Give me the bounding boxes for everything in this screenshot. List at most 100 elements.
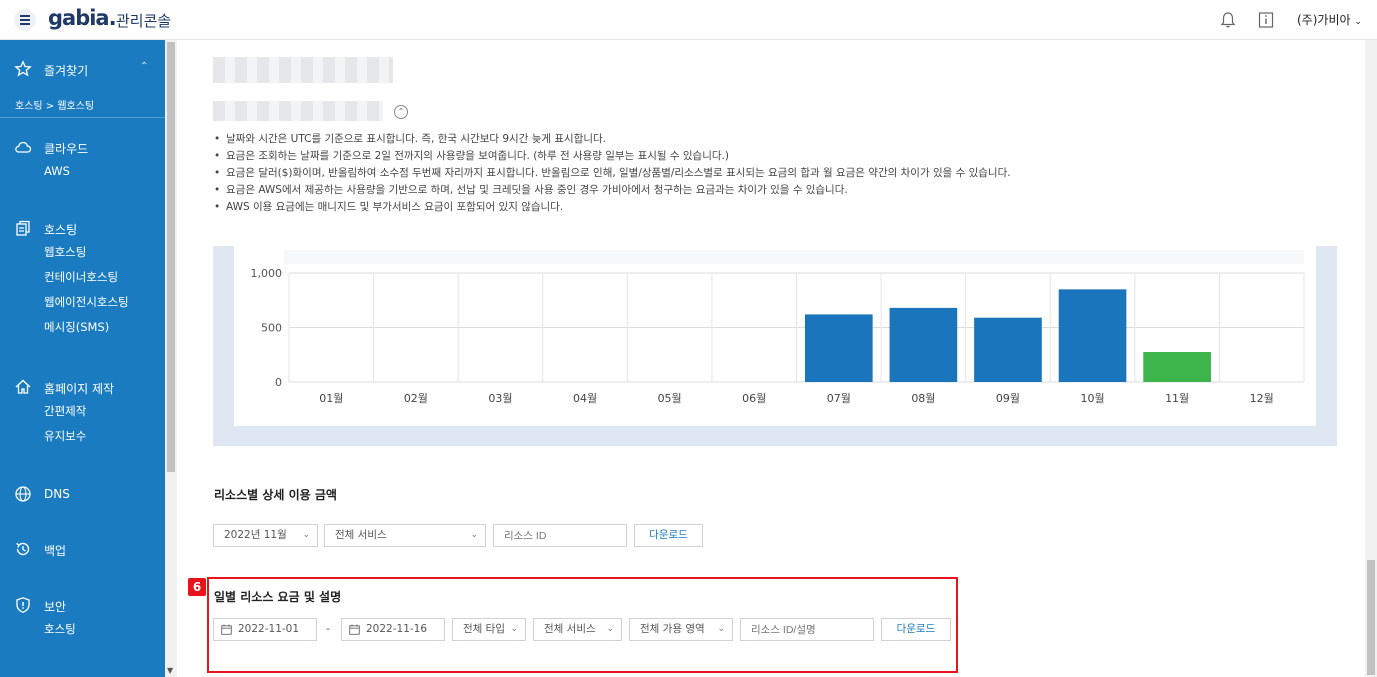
chart-bar xyxy=(804,314,873,382)
masked-text xyxy=(213,57,393,83)
start-date-input[interactable]: 2022-11-01 xyxy=(213,618,317,641)
notice-item: 요금은 AWS에서 제공하는 사용량을 기반으로 하며, 선납 및 크레딧을 사… xyxy=(214,182,1011,199)
sidebar: 즐겨찾기 ⌃ 호스팅 > 웹호스팅 클라우드 AWS 호스팅 웹호스팅 컨테이너… xyxy=(0,40,165,677)
x-tick-label: 07월 xyxy=(827,392,851,405)
cloud-icon xyxy=(15,141,32,153)
star-icon xyxy=(14,60,32,77)
sidebar-favorites-label: 즐겨찾기 xyxy=(44,64,89,78)
daily-service-select-value: 전체 서비스 xyxy=(544,623,596,635)
resource-id-input[interactable] xyxy=(493,524,627,547)
chevron-down-icon: ⌄ xyxy=(470,530,478,540)
account-name: (주)가비아 xyxy=(1297,13,1351,27)
daily-service-select[interactable]: 전체 서비스 ⌄ xyxy=(533,618,622,641)
chevron-down-icon: ⌄ xyxy=(510,624,518,634)
console-title: 관리콘솔 xyxy=(116,12,172,30)
x-tick-label: 12월 xyxy=(1250,392,1274,405)
globe-icon xyxy=(15,486,31,502)
page-scrollbar[interactable] xyxy=(1365,40,1377,677)
chevron-down-icon: ⌄ xyxy=(717,624,725,634)
sidebar-section-hosting: 호스팅 웹호스팅 컨테이너호스팅 웹에이전시호스팅 메시징(SMS) xyxy=(0,216,165,340)
chevron-down-icon: ⌄ xyxy=(606,624,614,634)
sidebar-item-easy-build[interactable]: 간편제작 xyxy=(0,399,165,424)
sidebar-section-backup: 백업 xyxy=(0,537,165,561)
chart-bar xyxy=(1058,289,1127,382)
sidebar-scrollbar[interactable]: ▼ xyxy=(165,40,177,677)
notice-item: 날짜와 시간은 UTC를 기준으로 표시합니다. 즉, 한국 시간보다 9시간 … xyxy=(214,131,1011,148)
service-select[interactable]: 전체 서비스 ⌄ xyxy=(324,524,486,547)
sidebar-breadcrumb[interactable]: 호스팅 > 웹호스팅 xyxy=(15,97,94,112)
x-tick-label: 08월 xyxy=(911,392,935,405)
home-icon xyxy=(15,379,31,394)
chart-bar xyxy=(889,307,958,382)
gabia-logo[interactable]: gabia. xyxy=(48,6,117,30)
x-tick-label: 03월 xyxy=(488,392,512,405)
sidebar-section-homepage: 홈페이지 제작 간편제작 유지보수 xyxy=(0,375,165,449)
type-select[interactable]: 전체 타입 ⌄ xyxy=(452,618,526,641)
daily-section-title: 일별 리소스 요금 및 설명 xyxy=(214,590,342,604)
chart-header-band xyxy=(284,250,1304,264)
hosting-icon xyxy=(16,220,30,236)
scroll-down-icon[interactable]: ▼ xyxy=(167,666,173,675)
masked-text xyxy=(213,101,383,121)
sidebar-title-cloud[interactable]: 클라우드 xyxy=(44,140,88,157)
chevron-down-icon: ⌄ xyxy=(302,530,310,540)
sidebar-title-homepage[interactable]: 홈페이지 제작 xyxy=(44,380,114,397)
calendar-icon xyxy=(221,624,232,635)
x-tick-label: 06월 xyxy=(742,392,766,405)
sidebar-item-aws[interactable]: AWS xyxy=(0,159,165,184)
calendar-icon xyxy=(349,624,360,635)
start-date-value: 2022-11-01 xyxy=(238,623,300,635)
x-tick-label: 02월 xyxy=(404,392,428,405)
end-date-value: 2022-11-16 xyxy=(366,623,428,635)
resource-download-button[interactable]: 다운로드 xyxy=(634,524,703,547)
chevron-up-icon[interactable]: ⌃ xyxy=(140,61,148,72)
x-tick-label: 01월 xyxy=(319,392,343,405)
chevron-down-icon: ⌄ xyxy=(1354,17,1362,27)
backup-icon xyxy=(16,542,30,556)
chart-bar xyxy=(1143,352,1211,382)
sidebar-divider xyxy=(0,117,165,118)
x-tick-label: 11월 xyxy=(1165,392,1189,405)
month-select-value: 2022년 11월 xyxy=(224,529,287,541)
sidebar-scrollbar-thumb[interactable] xyxy=(167,42,175,472)
sidebar-title-dns[interactable]: DNS xyxy=(44,487,70,501)
service-select-value: 전체 서비스 xyxy=(335,529,387,541)
notice-item: 요금은 조회하는 날짜를 기준으로 2일 전까지의 사용량을 보여줍니다. (하… xyxy=(214,148,1011,165)
notice-item: AWS 이용 요금에는 매니지드 및 부가서비스 요금이 포함되어 있지 않습니… xyxy=(214,199,1011,216)
resource-section-title: 리소스별 상세 이용 금액 xyxy=(214,488,337,502)
sidebar-title-security[interactable]: 보안 xyxy=(44,598,66,615)
notice-item: 요금은 달러($)화이며, 반올림하여 소수점 두번째 자리까지 표시합니다. … xyxy=(214,165,1011,182)
sidebar-item-container-hosting[interactable]: 컨테이너호스팅 xyxy=(0,265,165,290)
menu-icon[interactable] xyxy=(14,9,36,31)
account-menu[interactable]: (주)가비아 ⌄ xyxy=(1297,11,1362,28)
sidebar-item-web-hosting[interactable]: 웹호스팅 xyxy=(0,240,165,265)
sidebar-section-cloud: 클라우드 AWS xyxy=(0,135,165,184)
zone-select[interactable]: 전체 가용 영역 ⌄ xyxy=(629,618,733,641)
x-tick-label: 09월 xyxy=(996,392,1020,405)
sidebar-favorites[interactable]: 즐겨찾기 ⌃ xyxy=(0,57,165,81)
type-select-value: 전체 타입 xyxy=(463,623,505,635)
sidebar-section-security: 보안 호스팅 xyxy=(0,593,165,642)
daily-download-button[interactable]: 다운로드 xyxy=(881,618,951,641)
sidebar-item-maintenance[interactable]: 유지보수 xyxy=(0,424,165,449)
sidebar-title-hosting[interactable]: 호스팅 xyxy=(44,221,77,238)
y-tick-label: 0 xyxy=(275,376,282,389)
step-badge: 6 xyxy=(188,578,206,596)
x-tick-label: 05월 xyxy=(658,392,682,405)
zone-select-value: 전체 가용 영역 xyxy=(640,623,705,635)
bell-icon[interactable] xyxy=(1219,11,1237,29)
sidebar-item-agency-hosting[interactable]: 웹에이전시호스팅 xyxy=(0,290,165,315)
collapse-icon[interactable]: ⌃ xyxy=(394,105,408,119)
sidebar-title-backup[interactable]: 백업 xyxy=(44,542,66,559)
notice-icon[interactable] xyxy=(1257,11,1275,29)
sidebar-item-sms[interactable]: 메시징(SMS) xyxy=(0,315,165,340)
sidebar-item-security-hosting[interactable]: 호스팅 xyxy=(0,617,165,642)
page-scrollbar-thumb[interactable] xyxy=(1367,560,1375,675)
monthly-bar-chart: 0 500 1,000 01월 02월 03월 04월 05월 06월 07월 08월 09월 10월 1… xyxy=(251,250,1305,405)
top-bar: gabia. 관리콘솔 (주)가비아 ⌄ xyxy=(0,0,1377,40)
shield-icon xyxy=(16,597,30,613)
month-select[interactable]: 2022년 11월 ⌄ xyxy=(213,524,318,547)
resource-description-input[interactable] xyxy=(740,618,874,641)
y-tick-label: 500 xyxy=(261,322,282,335)
end-date-input[interactable]: 2022-11-16 xyxy=(341,618,445,641)
